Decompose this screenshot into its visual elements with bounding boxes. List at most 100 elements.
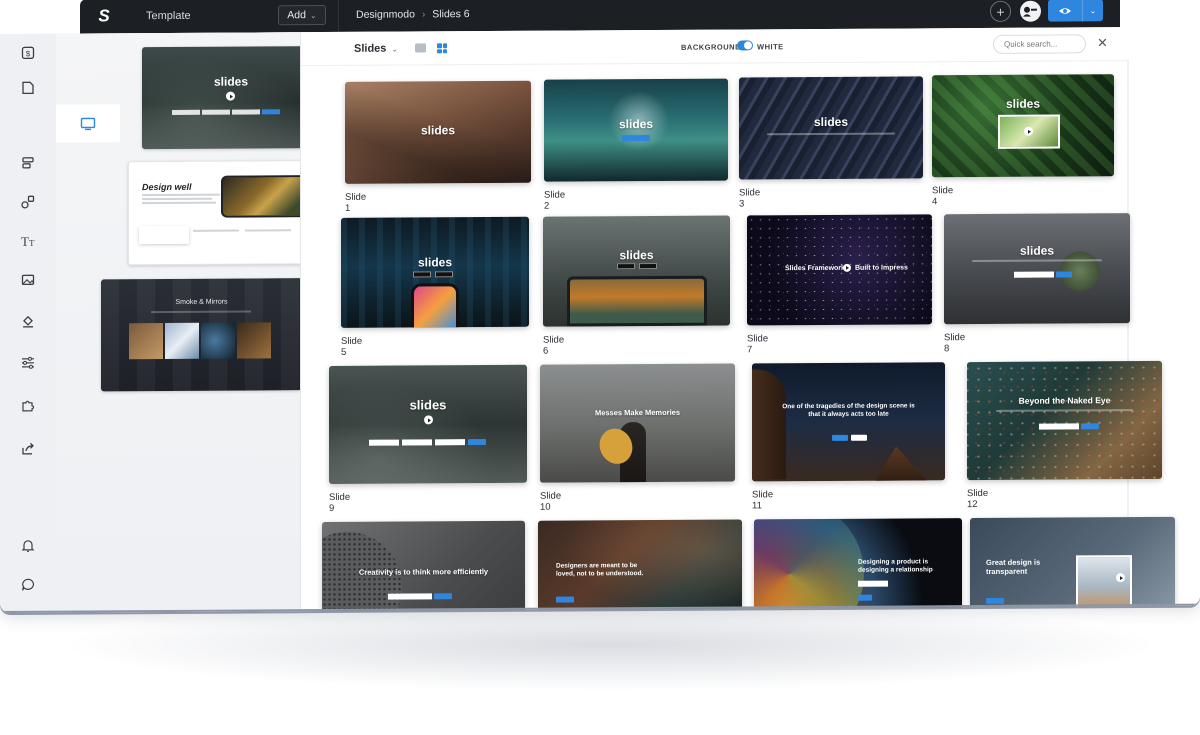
svg-text:T: T [29, 238, 35, 248]
chevron-down-icon[interactable]: ⌄ [1083, 6, 1103, 15]
slide-thumbnail[interactable]: Great design is transparent [970, 516, 1175, 613]
sliders-icon[interactable] [0, 344, 56, 382]
background-toggle[interactable] [737, 40, 753, 51]
app-frame: S Template Add ⌄ Designmodo › Slides 6 + [0, 0, 1200, 613]
eye-icon [1048, 6, 1082, 15]
breadcrumb: Designmodo › Slides 6 [356, 8, 470, 21]
desktop-icon[interactable] [56, 104, 120, 143]
white-label: WHITE [757, 42, 784, 52]
play-icon [424, 415, 433, 425]
shapes-icon[interactable] [0, 183, 56, 221]
text-line [193, 229, 239, 232]
slide-thumbnail[interactable]: slides [341, 216, 529, 328]
search-input[interactable] [993, 34, 1086, 54]
slide-cta [832, 434, 848, 441]
slide-thumbnail[interactable]: slides [543, 215, 730, 327]
fill-icon[interactable] [0, 302, 56, 340]
rock-right [872, 446, 932, 481]
thumb-cta [262, 109, 280, 115]
slide-cta [468, 439, 486, 446]
play-icon [843, 263, 851, 272]
slide-cta [434, 593, 452, 600]
add-button-label: Add [287, 9, 306, 22]
slide-cta [622, 135, 650, 142]
slide-caption: Slide 8 [944, 332, 966, 355]
slide-thumbnail[interactable]: slides [944, 213, 1130, 325]
align-icon[interactable] [0, 144, 56, 182]
template-thumb[interactable]: Design well [128, 160, 310, 266]
text-line [142, 193, 220, 197]
slide-title: slides [619, 248, 654, 263]
preview-button[interactable]: ⌄ [1048, 0, 1103, 22]
slide-thumbnail[interactable]: slides [739, 76, 923, 180]
slide-input [402, 439, 432, 446]
breadcrumb-current: Slides 6 [432, 8, 470, 21]
photo-tile [237, 322, 271, 359]
template-thumb[interactable]: slides [142, 46, 320, 150]
planet-swirl [754, 518, 864, 613]
slides-main: Slides ⌄ BACKGROUND WHITE ✕ [300, 26, 1200, 613]
slide-caption: Slide 9 [329, 491, 351, 514]
slide-thumbnail[interactable]: Designers are meant to be loved, not to … [538, 519, 742, 613]
slide-caption: Slide 10 [540, 490, 562, 513]
text-line [245, 229, 291, 232]
slide-thumbnail[interactable]: Slides Framework Built to Impress [747, 214, 932, 326]
chevron-down-icon: ⌄ [391, 44, 399, 54]
phone-image [411, 283, 459, 328]
icon-rail: $ TT [0, 33, 56, 613]
image-icon[interactable] [0, 261, 56, 299]
divider [338, 0, 339, 32]
plus-circle-icon[interactable]: + [990, 0, 1011, 22]
slide-thumbnail[interactable]: slides [932, 74, 1114, 178]
slide-title: slides [618, 117, 654, 132]
share-icon[interactable] [0, 430, 56, 468]
logo[interactable]: S [80, 0, 128, 34]
grid-view-icon[interactable] [437, 43, 447, 54]
slide-caption: Slide 7 [747, 333, 769, 356]
thumb-input [172, 109, 200, 115]
slide-caption: Slide 2 [544, 189, 566, 212]
slide-input [388, 593, 432, 600]
slide-thumbnail[interactable]: slides [345, 80, 531, 184]
user-icon[interactable] [1020, 0, 1041, 22]
slide-thumbnail[interactable]: Beyond the Naked Eye [967, 360, 1162, 481]
puzzle-icon[interactable] [0, 386, 56, 424]
slide-cta-secondary [851, 434, 867, 441]
slide-thumbnail[interactable]: One of the tragedies of the design scene… [752, 362, 945, 482]
slide-thumbnail[interactable]: slides [544, 78, 728, 182]
slides-dropdown-label: Slides [354, 42, 387, 55]
rail-top [0, 0, 80, 34]
slide-title: Designers are meant to be loved, not to … [556, 562, 644, 578]
slide-thumbnail[interactable]: Creativity is to think more efficiently [322, 520, 525, 613]
slide-title-2: Built to Impress [855, 264, 908, 272]
slide-cta [858, 594, 872, 601]
template-title: slides [213, 74, 249, 89]
chat-icon[interactable] [0, 566, 56, 604]
close-icon[interactable]: ✕ [1097, 35, 1108, 50]
text-icon[interactable]: TT [0, 222, 56, 260]
feature-box [139, 225, 189, 245]
slide-caption: Slide 1 [345, 191, 367, 214]
single-view-icon[interactable] [415, 43, 426, 53]
dollar-page-icon[interactable]: $ [0, 34, 56, 72]
breadcrumb-project[interactable]: Designmodo [356, 8, 415, 20]
play-icon [1024, 126, 1033, 136]
breadcrumb-separator: › [421, 8, 426, 20]
appstore-badge [413, 271, 431, 278]
slide-caption: Slide 12 [967, 487, 989, 511]
photo-tile [129, 323, 163, 360]
play-icon [1116, 573, 1125, 583]
slide-thumbnail[interactable]: Designing a product is designing a relat… [754, 518, 962, 613]
bell-icon[interactable] [0, 527, 56, 565]
slide-title: Creativity is to think more efficiently [358, 567, 489, 577]
overlay [967, 360, 1162, 481]
add-button[interactable]: Add ⌄ [278, 5, 326, 26]
slide-thumbnail[interactable]: slides [329, 364, 527, 484]
template-thumb[interactable]: Smoke & Mirrors [101, 278, 302, 392]
slide-input [858, 580, 888, 587]
slide-thumbnail[interactable]: Messes Make Memories [540, 363, 735, 483]
slide-caption: Slide 3 [739, 187, 761, 210]
page-icon[interactable] [0, 69, 56, 107]
slides-dropdown[interactable]: Slides ⌄ [354, 43, 398, 55]
chevron-down-icon: ⌄ [309, 10, 317, 20]
